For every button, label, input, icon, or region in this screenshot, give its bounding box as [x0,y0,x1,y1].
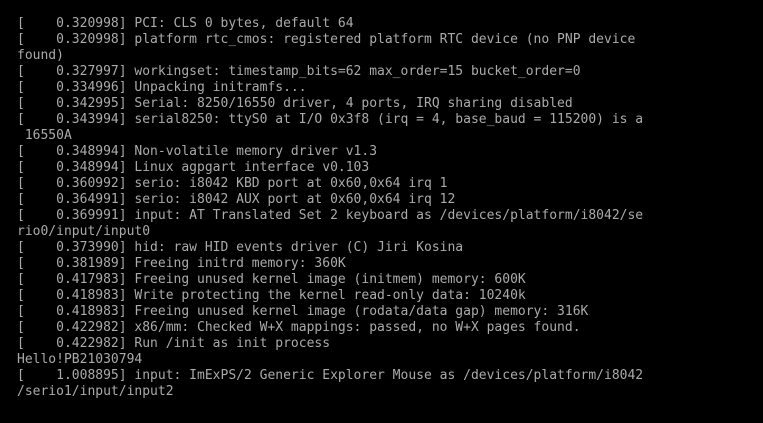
console-line-24: /serio1/input/input2 [17,384,174,399]
console-line-9: [ 0.348994] Non-volatile memory driver v… [17,144,378,159]
console-line-1: [ 0.320998] PCI: CLS 0 bytes, default 64 [17,16,354,31]
console-line-6: [ 0.342995] Serial: 8250/16550 driver, 4… [17,96,573,111]
console-line-10: [ 0.348994] Linux agpgart interface v0.1… [17,160,370,175]
console-line-23: [ 1.008895] input: ImExPS/2 Generic Expl… [17,368,644,383]
console-line-19: [ 0.418983] Freeing unused kernel image … [17,304,589,319]
boot-console-output: [ 0.320998] PCI: CLS 0 bytes, default 64… [17,16,763,400]
console-line-15: [ 0.373990] hid: raw HID events driver (… [17,240,464,255]
console-line-14: rio0/input/input0 [17,224,151,239]
console-line-4: [ 0.327997] workingset: timestamp_bits=6… [17,64,581,79]
console-line-16: [ 0.381989] Freeing initrd memory: 360K [17,256,346,271]
console-line-5: [ 0.334996] Unpacking initramfs... [17,80,307,95]
console-line-20: [ 0.422982] x86/mm: Checked W+X mappings… [17,320,581,335]
console-line-12: [ 0.364991] serio: i8042 AUX port at 0x6… [17,192,456,207]
console-line-7: [ 0.343994] serial8250: ttyS0 at I/O 0x3… [17,112,644,127]
console-line-22: Hello!PB21030794 [17,352,143,367]
console-line-21: [ 0.422982] Run /init as init process [17,336,331,351]
console-line-18: [ 0.418983] Write protecting the kernel … [17,288,526,303]
console-line-8: 16550A [17,128,72,143]
console-line-3: found) [17,48,64,63]
console-line-11: [ 0.360992] serio: i8042 KBD port at 0x6… [17,176,448,191]
console-line-13: [ 0.369991] input: AT Translated Set 2 k… [17,208,644,223]
console-line-2: [ 0.320998] platform rtc_cmos: registere… [17,32,636,47]
console-line-17: [ 0.417983] Freeing unused kernel image … [17,272,526,287]
